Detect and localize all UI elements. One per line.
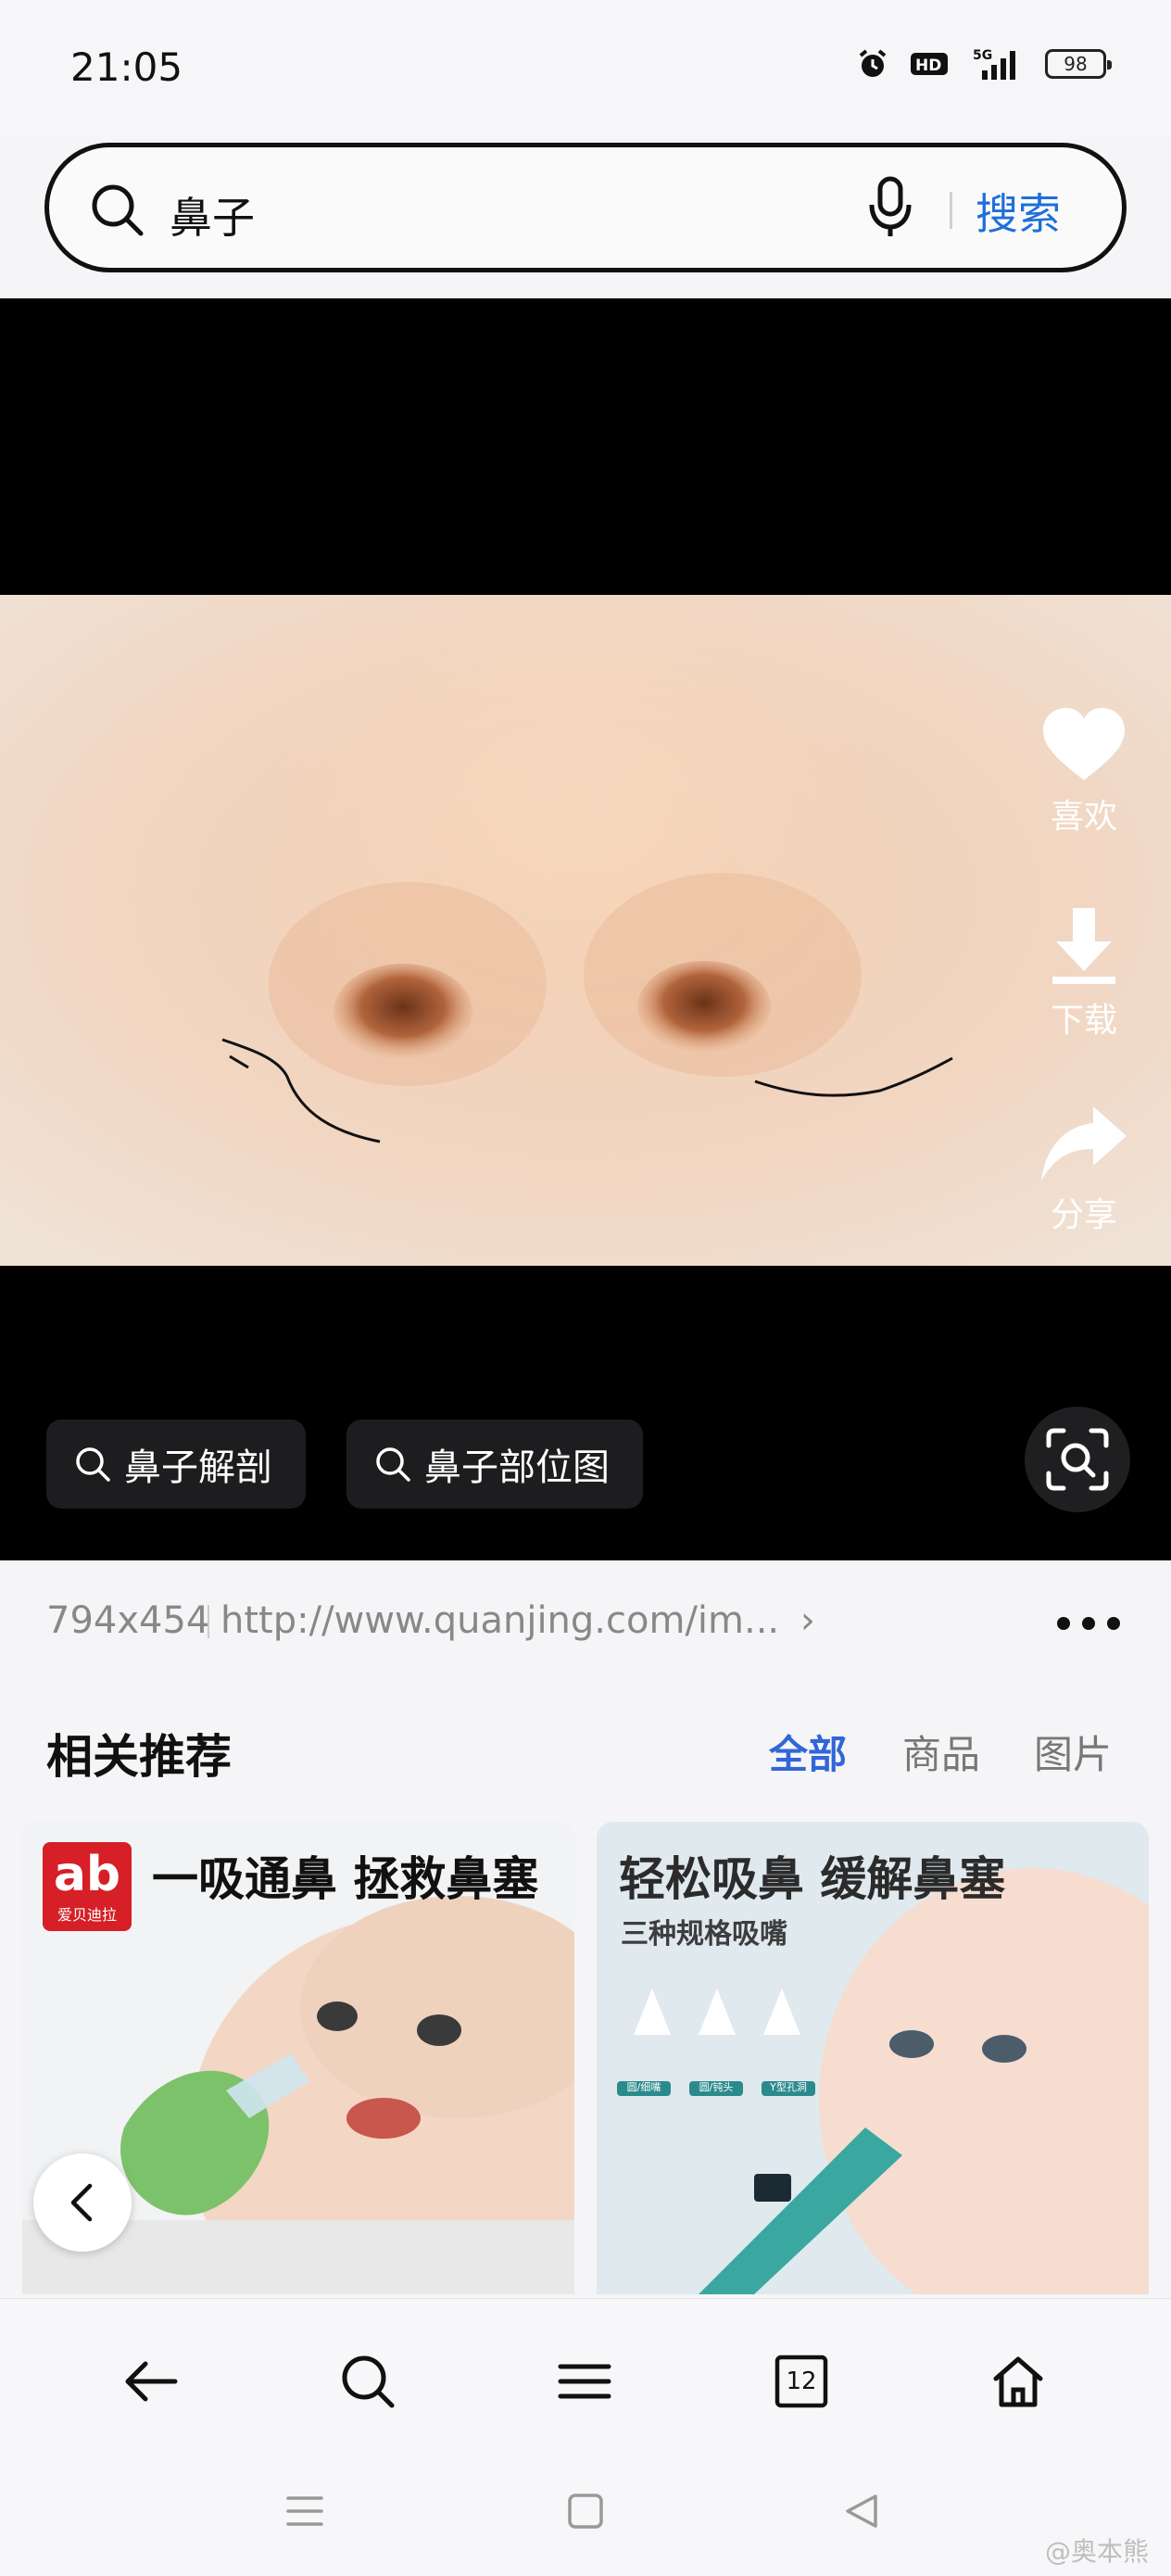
suggestion-chip[interactable]: 鼻子部位图 [346,1420,643,1509]
search-divider [950,192,952,229]
download-action[interactable]: 下载 [1028,904,1140,1042]
search-icon [342,2355,395,2408]
signal-5g-icon: 5G [973,48,1015,80]
alarm-icon [859,49,887,77]
card-title: 一吸通鼻 拯救鼻塞 [152,1852,539,1906]
share-action[interactable]: 分享 [1028,1103,1140,1236]
tip-label: Y型孔洞 [770,2081,807,2093]
microphone-icon[interactable] [864,175,916,240]
home-button[interactable] [976,2340,1060,2423]
tab-all[interactable]: 全部 [769,1724,847,1780]
search-bar[interactable]: 鼻子 搜索 [44,143,1127,272]
chip-label: 鼻子解剖 [124,1446,272,1489]
watermark: @奥本熊 [1044,2536,1149,2567]
battery-indicator: 98 [1045,49,1112,79]
image-info-row: 794x454 http://www.quanjing.com/im... › [0,1560,1171,1681]
related-header: 相关推荐 全部 商品 图片 [0,1681,1171,1820]
floating-back-button[interactable] [33,2153,132,2252]
svg-text:5G: 5G [973,48,992,63]
like-action[interactable]: 喜欢 [1028,706,1140,838]
image-search-button[interactable] [1025,1407,1130,1512]
nose-photo[interactable] [0,595,1171,1266]
more-options-icon[interactable] [1056,1616,1121,1631]
tabs-button[interactable]: 12 [760,2340,843,2423]
system-navigation-bar [0,2456,1171,2576]
status-icons: HD 5G 98 [856,46,1112,82]
tab-images[interactable]: 图片 [1034,1724,1112,1780]
like-label: 喜欢 [1050,798,1117,836]
share-icon [1041,1106,1127,1181]
search-button[interactable]: 搜索 [976,181,1061,242]
suggestion-chip[interactable]: 鼻子解剖 [46,1420,306,1509]
card-title: 轻松吸鼻 缓解鼻塞 [619,1852,1006,1906]
chip-label: 鼻子部位图 [424,1446,610,1489]
download-label: 下载 [1050,1002,1117,1040]
share-label: 分享 [1050,1196,1117,1234]
arrow-left-icon [125,2361,178,2402]
source-url-link[interactable]: http://www.quanjing.com/im... › [220,1599,815,1642]
image-size: 794x454 [46,1599,210,1642]
menu-button[interactable] [543,2340,626,2423]
search-icon [376,1447,410,1482]
info-divider [208,1605,209,1638]
heart-icon [1043,708,1125,780]
brand-name: 爱贝迪拉 [57,1906,117,1924]
tab-products[interactable]: 商品 [902,1724,980,1780]
toolbar-search-button[interactable] [326,2340,409,2423]
source-url-text: http://www.quanjing.com/im... [220,1599,780,1642]
system-back-icon[interactable] [843,2493,880,2530]
svg-text:HD: HD [915,57,941,75]
browser-toolbar: 12 [0,2298,1171,2456]
search-icon [92,184,144,236]
chevron-left-icon [70,2183,93,2222]
status-time: 21:05 [70,44,183,90]
related-title: 相关推荐 [46,1730,232,1784]
brand-logo: ab 爱贝迪拉 [43,1842,132,1931]
tabs-count: 12 [786,2368,817,2395]
tip-label: 圆/细嘴 [626,2081,661,2093]
hamburger-menu-icon [558,2364,611,2399]
search-input[interactable]: 鼻子 [170,184,255,246]
status-bar: 21:05 HD 5G 98 [0,0,1171,139]
chevron-right-icon: › [800,1599,815,1642]
search-icon [76,1447,110,1482]
brand-mark: ab [53,1847,121,1902]
card-subtitle: 三种规格吸嘴 [621,1918,787,1951]
back-button[interactable] [109,2340,193,2423]
recent-apps-icon[interactable] [285,2493,324,2530]
system-home-icon[interactable] [567,2493,604,2530]
lens-scan-icon [1046,1428,1109,1491]
home-icon [993,2356,1043,2407]
download-icon [1052,908,1115,984]
hd-icon: HD [911,53,948,75]
related-card[interactable]: 轻松吸鼻 缓解鼻塞 三种规格吸嘴 圆/细嘴 圆/钝头 Y型孔洞 [597,1822,1149,2294]
tip-label: 圆/钝头 [699,2081,734,2093]
image-viewer[interactable]: 喜欢 下载 分享 鼻子解剖 鼻子部位图 [0,298,1171,1560]
